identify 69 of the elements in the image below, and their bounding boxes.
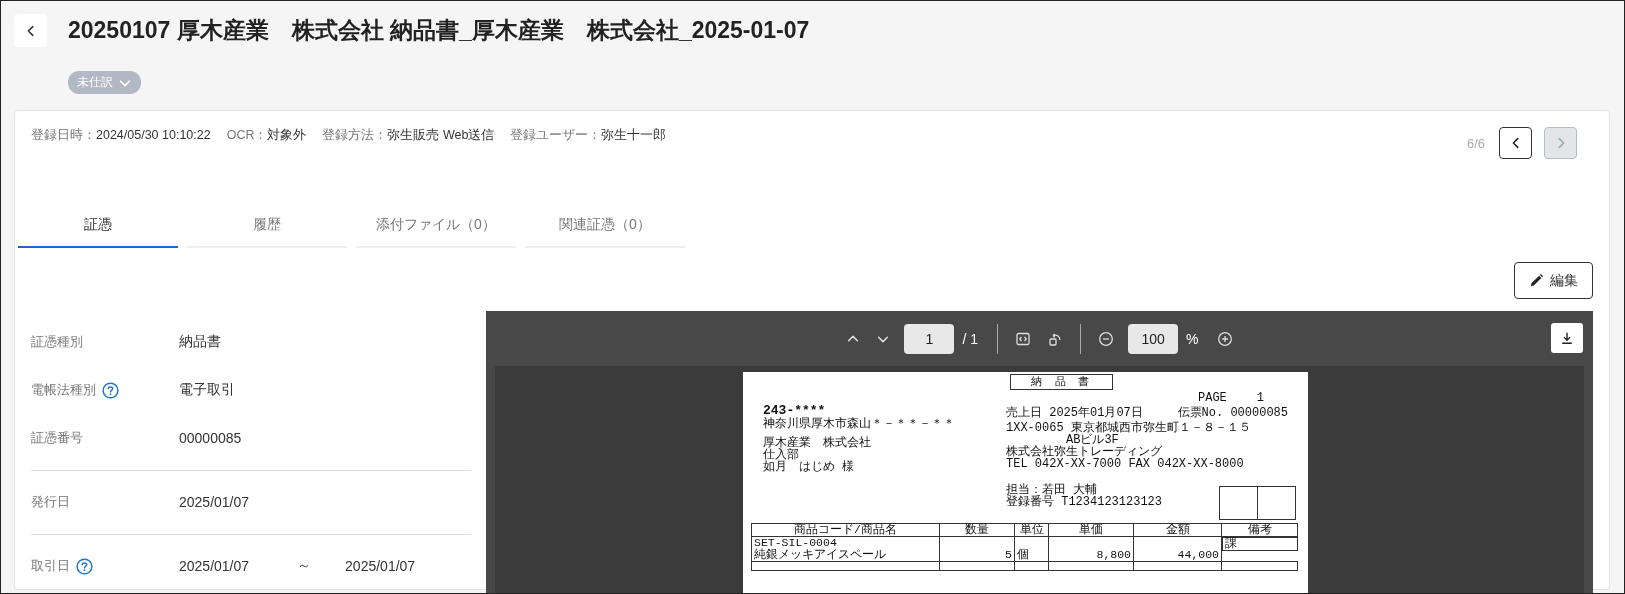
help-icon[interactable] bbox=[102, 381, 119, 399]
fit-page-button[interactable] bbox=[1015, 330, 1032, 347]
column-header: 商品コード/商品名 bbox=[751, 523, 940, 537]
previous-button[interactable] bbox=[1499, 127, 1532, 159]
field-label: 電帳法種別 bbox=[31, 381, 96, 399]
field-value: 2025/01/07 bbox=[179, 558, 250, 574]
tab[interactable]: 履歴 bbox=[187, 203, 347, 248]
tab[interactable]: 関連証憑（0） bbox=[525, 203, 685, 248]
column-header: 備考 bbox=[1221, 523, 1298, 537]
meta-info: 登録方法：弥生販売 Web送信 bbox=[322, 127, 495, 144]
department-text: 仕入部 bbox=[763, 449, 800, 461]
range-separator: ～ bbox=[297, 557, 312, 575]
field-value: 2025/01/07 bbox=[345, 558, 416, 574]
field-value: 00000085 bbox=[179, 430, 242, 446]
stamp-box bbox=[1219, 486, 1258, 520]
field-value: 2025/01/07 bbox=[179, 494, 250, 510]
zoom-field[interactable]: 100 bbox=[1128, 323, 1179, 354]
sales-date: 売上日 2025年01月07日 bbox=[1006, 407, 1143, 419]
page-label: PAGE bbox=[1198, 392, 1227, 404]
column-header: 単価 bbox=[1048, 523, 1134, 537]
page-number: 1 bbox=[1256, 392, 1264, 404]
plus-circle-icon bbox=[1216, 330, 1233, 347]
table-cell: 8,800 bbox=[1048, 536, 1134, 562]
registration-number: 登録番号 T1234123123123 bbox=[1006, 496, 1163, 508]
tab[interactable]: 証憑 bbox=[18, 203, 178, 248]
fit-width-icon bbox=[1015, 330, 1032, 347]
building-text: ABビル3F bbox=[1066, 434, 1119, 446]
tab[interactable]: 添付ファイル（0） bbox=[356, 203, 516, 248]
phone-text: TEL 042X-XX-7000 FAX 042X-XX-8000 bbox=[1006, 458, 1245, 470]
minus-circle-icon bbox=[1098, 330, 1115, 347]
zoom-in-button[interactable] bbox=[1216, 330, 1233, 347]
download-button[interactable] bbox=[1551, 323, 1583, 353]
zoom-unit: % bbox=[1186, 330, 1199, 347]
document-title: 納 品 書 bbox=[1010, 374, 1114, 390]
stamp-box bbox=[1258, 486, 1296, 520]
column-header: 数量 bbox=[939, 523, 1015, 537]
column-header: 単位 bbox=[1014, 523, 1049, 537]
table-cell: 44,000 bbox=[1133, 536, 1222, 562]
edit-button[interactable]: 編集 bbox=[1514, 262, 1593, 299]
table-cell: 5 bbox=[939, 536, 1015, 562]
staff-text: 担当：若田 大輔 bbox=[1006, 484, 1098, 496]
address-text: 神奈川県厚木市森山＊－＊＊－＊＊ bbox=[763, 418, 956, 430]
table-cell: 個 bbox=[1014, 536, 1049, 562]
page-position: 6/6 bbox=[1466, 135, 1485, 151]
field-label: 発行日 bbox=[31, 493, 70, 511]
meta-info: OCR：対象外 bbox=[226, 127, 307, 144]
field-label: 取引日 bbox=[31, 557, 70, 575]
meta-info: 登録日時：2024/05/30 10:10:22 bbox=[31, 127, 211, 144]
field-label: 証憑種別 bbox=[31, 333, 83, 351]
page-total: / 1 bbox=[962, 330, 979, 347]
table-cell: 課 bbox=[1222, 537, 1298, 551]
pencil-icon bbox=[1529, 273, 1544, 288]
field-value: 納品書 bbox=[179, 333, 221, 351]
zoom-out-button[interactable] bbox=[1098, 330, 1115, 347]
company-name: 株式会社弥生トレーディング bbox=[1006, 446, 1162, 458]
field-label: 証憑番号 bbox=[31, 429, 83, 447]
help-icon[interactable] bbox=[76, 557, 93, 575]
page-number-field[interactable]: 1 bbox=[904, 323, 955, 354]
page-title: 20250107 厚木産業 株式会社 納品書_厚木産業 株式会社_2025-01-07 bbox=[68, 16, 810, 45]
meta-info: 登録ユーザー：弥生十一郎 bbox=[510, 127, 667, 144]
postal-code: 243-**** bbox=[763, 403, 826, 418]
recipient-name: 如月 はじめ 様 bbox=[763, 461, 856, 473]
download-icon bbox=[1560, 331, 1574, 345]
column-header: 金額 bbox=[1133, 523, 1222, 537]
company-name: 厚木産業 株式会社 bbox=[763, 437, 872, 449]
address-text: 1XX-0065 東京都城西市弥生町１－８－１５ bbox=[1006, 422, 1252, 434]
table-cell: SET-SIL-0004 純銀メッキアイスペール bbox=[751, 536, 940, 562]
slip-number: 伝票No. 00000085 bbox=[1177, 407, 1288, 419]
field-value: 電子取引 bbox=[179, 381, 235, 399]
